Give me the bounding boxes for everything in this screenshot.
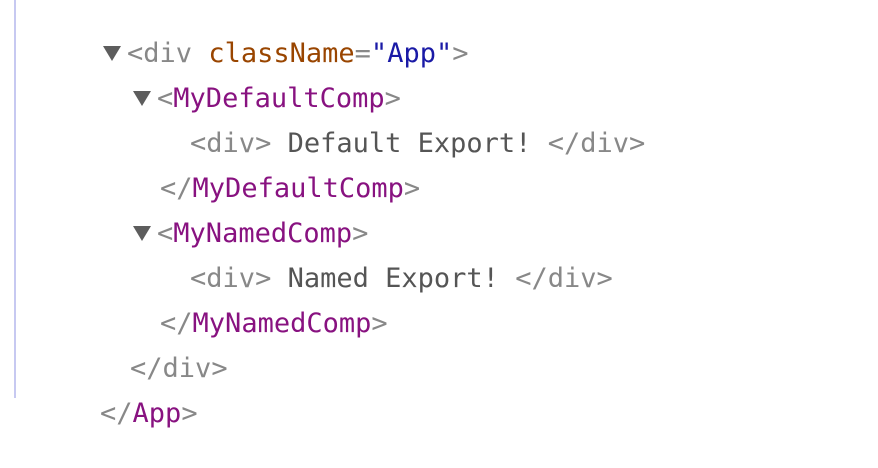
tree-node-app-div[interactable]: <div className="App"> xyxy=(38,0,469,69)
tag-name: div xyxy=(547,263,597,294)
closing-tag-open: </ xyxy=(515,263,548,294)
tree-node-my-default-comp[interactable]: <MyDefaultComp> xyxy=(68,45,401,114)
attribute-value-quote: " xyxy=(435,38,453,69)
tag-close-bracket: > xyxy=(211,353,228,384)
tree-node-app-close[interactable]: </App> xyxy=(35,360,198,429)
tag-close-bracket: > xyxy=(181,398,198,429)
tag-close-bracket: > xyxy=(629,128,646,159)
tag-close-bracket: > xyxy=(403,173,421,204)
tag-name: div xyxy=(580,128,630,159)
tree-node-my-named-comp[interactable]: <MyNamedComp> xyxy=(68,180,368,249)
tag-close-bracket: > xyxy=(452,38,469,69)
component-name: App xyxy=(132,398,182,429)
tree-node-named-div[interactable]: <div> Named Export! </div> xyxy=(125,225,613,294)
closing-tag-open: </ xyxy=(547,128,581,159)
tag-close-bracket: > xyxy=(371,308,388,339)
tree-node-my-default-comp-close[interactable]: </MyDefaultComp> xyxy=(95,135,420,204)
tree-node-default-div[interactable]: <div> Default Export! </div> xyxy=(125,90,645,159)
tree-node-app-div-close[interactable]: </div> xyxy=(65,315,228,384)
tree-node-my-named-comp-close[interactable]: </MyNamedComp> xyxy=(95,270,388,339)
devtools-left-border xyxy=(14,0,16,398)
tag-close-bracket: > xyxy=(596,263,613,294)
closing-tag-open: </ xyxy=(100,398,133,429)
